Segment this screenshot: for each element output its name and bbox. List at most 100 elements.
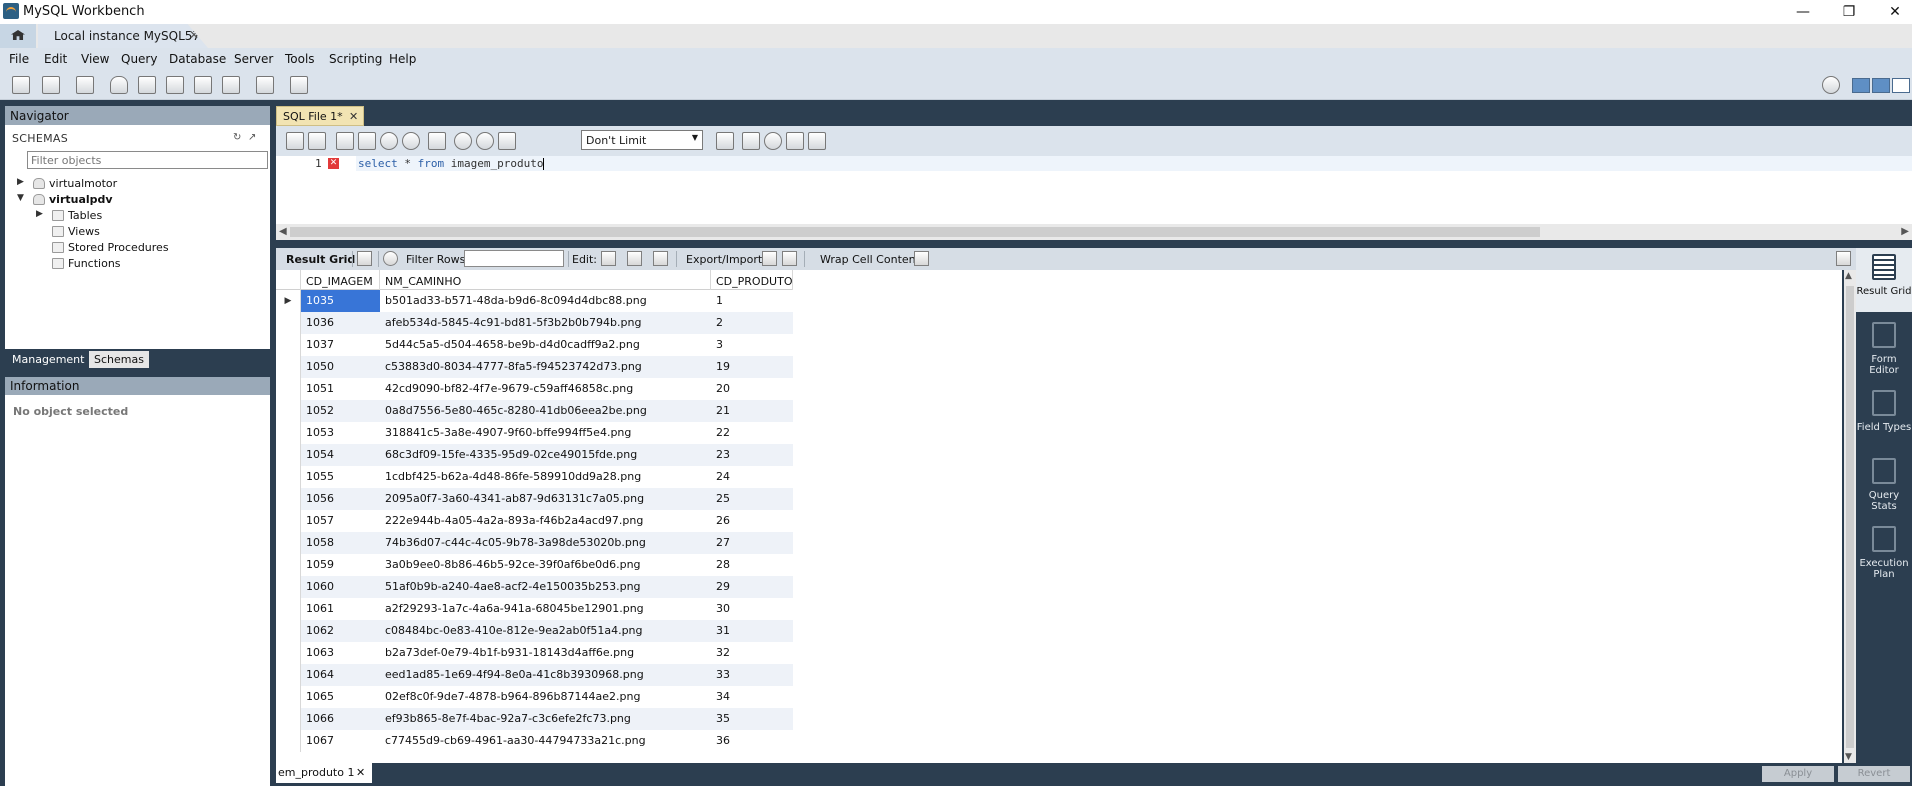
execute-statement-icon[interactable] xyxy=(358,132,376,150)
row-selector[interactable] xyxy=(276,356,301,378)
side-field-types-button[interactable]: Field Types xyxy=(1856,384,1912,448)
table-row[interactable]: 1057 222e944b-4a05-4a2a-893a-f46b2a4acd97… xyxy=(276,510,793,532)
table-cell[interactable]: 22 xyxy=(711,422,793,444)
sql-file-tab[interactable]: SQL File 1* ✕ xyxy=(276,106,364,126)
toggle-result-panel-icon[interactable] xyxy=(1836,251,1851,266)
result-tab[interactable]: em_produto 1 ✕ xyxy=(276,763,372,783)
refresh-schemas-icon[interactable]: ↻ xyxy=(233,132,245,143)
table-cell[interactable]: 26 xyxy=(711,510,793,532)
scroll-left-icon[interactable]: ◀ xyxy=(279,226,287,237)
connection-tab[interactable]: Local instance MySQL57 ✕ xyxy=(38,24,208,48)
restore-button[interactable]: ❐ xyxy=(1826,0,1872,24)
rollback-icon[interactable] xyxy=(476,132,494,150)
table-row[interactable]: 1036 afeb534d-5845-4c91-bd81-5f3b2b0b794b… xyxy=(276,312,793,334)
toggle-secondary-sidebar-icon[interactable] xyxy=(1892,78,1910,93)
table-cell[interactable]: 24 xyxy=(711,466,793,488)
grid-options-icon[interactable] xyxy=(357,251,372,266)
table-cell[interactable]: 23 xyxy=(711,444,793,466)
inspector-icon[interactable] xyxy=(76,76,94,94)
table-cell[interactable]: a2f29293-1a7c-4a6a-941a-68045be12901.png xyxy=(380,598,711,620)
table-cell[interactable]: 1058 xyxy=(301,532,380,554)
open-file-icon[interactable] xyxy=(286,132,304,150)
row-limit-select[interactable]: Don't Limit ▼ xyxy=(581,130,703,150)
create-procedure-icon[interactable] xyxy=(194,76,212,94)
row-selector[interactable] xyxy=(276,708,301,730)
table-cell[interactable]: 20 xyxy=(711,378,793,400)
table-cell[interactable]: 42cd9090-bf82-4f7e-9679-c59aff46858c.png xyxy=(380,378,711,400)
autocommit-icon[interactable] xyxy=(498,132,516,150)
edit-row-icon[interactable] xyxy=(601,251,616,266)
new-sql-tab-icon[interactable] xyxy=(12,76,30,94)
table-row[interactable]: 1056 2095a0f7-3a60-4341-ab87-9d63131c7a05… xyxy=(276,488,793,510)
grid-vertical-scrollbar[interactable]: ▲ ▼ xyxy=(1844,270,1856,763)
table-cell[interactable]: 21 xyxy=(711,400,793,422)
row-selector[interactable] xyxy=(276,686,301,708)
table-row[interactable]: 1067 c77455d9-cb69-4961-aa30-44794733a21c… xyxy=(276,730,793,752)
table-cell[interactable]: 31 xyxy=(711,620,793,642)
find-replace-icon[interactable] xyxy=(764,132,782,150)
table-cell[interactable]: 1037 xyxy=(301,334,380,356)
current-row-arrow-icon[interactable]: ▶ xyxy=(276,290,301,312)
table-row[interactable]: 1051 42cd9090-bf82-4f7e-9679-c59aff46858c… xyxy=(276,378,793,400)
table-row[interactable]: 1058 74b36d07-c44c-4c05-9b78-3a98de53020b… xyxy=(276,532,793,554)
table-cell[interactable]: 30 xyxy=(711,598,793,620)
beautify-icon[interactable] xyxy=(742,132,760,150)
import-icon[interactable] xyxy=(782,251,797,266)
row-selector[interactable] xyxy=(276,334,301,356)
reconnect-icon[interactable] xyxy=(290,76,308,94)
stop-icon[interactable] xyxy=(402,132,420,150)
table-row[interactable]: 1052 0a8d7556-5e80-465c-8280-41db06eea2be… xyxy=(276,400,793,422)
collapse-arrow-icon[interactable]: ▼ xyxy=(17,193,24,203)
table-cell[interactable]: 1059 xyxy=(301,554,380,576)
side-result-grid-button[interactable]: Result Grid xyxy=(1856,248,1912,312)
table-cell[interactable]: 1035 xyxy=(301,290,380,312)
table-cell[interactable]: 32 xyxy=(711,642,793,664)
scroll-up-icon[interactable]: ▲ xyxy=(1845,271,1852,281)
wrap-cell-icon[interactable] xyxy=(914,251,929,266)
row-selector[interactable] xyxy=(276,488,301,510)
toggle-output-icon[interactable] xyxy=(1872,78,1890,93)
delete-row-icon[interactable] xyxy=(653,251,668,266)
explain-icon[interactable] xyxy=(380,132,398,150)
create-function-icon[interactable] xyxy=(222,76,240,94)
export-icon[interactable] xyxy=(762,251,777,266)
column-header[interactable]: CD_IMAGEM xyxy=(301,270,380,290)
menu-view[interactable]: View xyxy=(81,52,109,66)
table-cell[interactable]: 1060 xyxy=(301,576,380,598)
table-row[interactable]: 1066 ef93b865-8e7f-4bac-92a7-c3c6efe2fc73… xyxy=(276,708,793,730)
menu-server[interactable]: Server xyxy=(234,52,273,66)
table-cell[interactable]: c77455d9-cb69-4961-aa30-44794733a21c.png xyxy=(380,730,711,752)
filter-rows-input[interactable] xyxy=(464,250,564,267)
table-cell[interactable]: 0a8d7556-5e80-465c-8280-41db06eea2be.png xyxy=(380,400,711,422)
commit-icon[interactable] xyxy=(454,132,472,150)
side-query-stats-button[interactable]: Query Stats xyxy=(1856,452,1912,516)
table-cell[interactable]: 1cdbf425-b62a-4d48-86fe-589910dd9a28.png xyxy=(380,466,711,488)
table-row[interactable]: 1063 b2a73def-0e79-4b1f-b931-18143d4aff6e… xyxy=(276,642,793,664)
table-cell[interactable]: ef93b865-8e7f-4bac-92a7-c3c6efe2fc73.png xyxy=(380,708,711,730)
table-cell[interactable]: 1065 xyxy=(301,686,380,708)
close-tab-icon[interactable]: ✕ xyxy=(189,28,199,42)
filter-objects-input[interactable] xyxy=(27,151,268,169)
table-cell[interactable]: 34 xyxy=(711,686,793,708)
sql-code-line[interactable]: select * from imagem_produto xyxy=(358,157,545,170)
table-cell[interactable]: 222e944b-4a05-4a2a-893a-f46b2a4acd97.png xyxy=(380,510,711,532)
table-cell[interactable]: 1061 xyxy=(301,598,380,620)
revert-button[interactable]: Revert xyxy=(1838,766,1910,782)
table-cell[interactable]: 318841c5-3a8e-4907-9f60-bffe994ff5e4.png xyxy=(380,422,711,444)
expand-panel-icon[interactable]: ↗ xyxy=(248,132,260,143)
table-cell[interactable]: 1054 xyxy=(301,444,380,466)
row-selector[interactable] xyxy=(276,598,301,620)
table-cell[interactable]: 5d44c5a5-d504-4658-be9b-d4d0cadff9a2.png xyxy=(380,334,711,356)
save-script-icon[interactable] xyxy=(308,132,326,150)
column-header[interactable]: NM_CAMINHO xyxy=(380,270,711,290)
sql-editor[interactable]: 1 ✕ select * from imagem_produto xyxy=(276,156,1912,224)
table-row[interactable]: 1065 02ef8c0f-9de7-4878-b964-896b87144ae2… xyxy=(276,686,793,708)
refresh-data-icon[interactable] xyxy=(383,251,398,266)
toggle-continue-on-error-icon[interactable] xyxy=(428,132,446,150)
table-cell[interactable]: 1057 xyxy=(301,510,380,532)
table-cell[interactable]: 1053 xyxy=(301,422,380,444)
table-row[interactable]: 1059 3a0b9ee0-8b86-46b5-92ce-39f0af6be0d6… xyxy=(276,554,793,576)
table-cell[interactable]: 36 xyxy=(711,730,793,752)
table-row[interactable]: 1060 51af0b9b-a240-4ae8-acf2-4e150035b253… xyxy=(276,576,793,598)
table-cell[interactable]: eed1ad85-1e69-4f94-8e0a-41c8b3930968.png xyxy=(380,664,711,686)
